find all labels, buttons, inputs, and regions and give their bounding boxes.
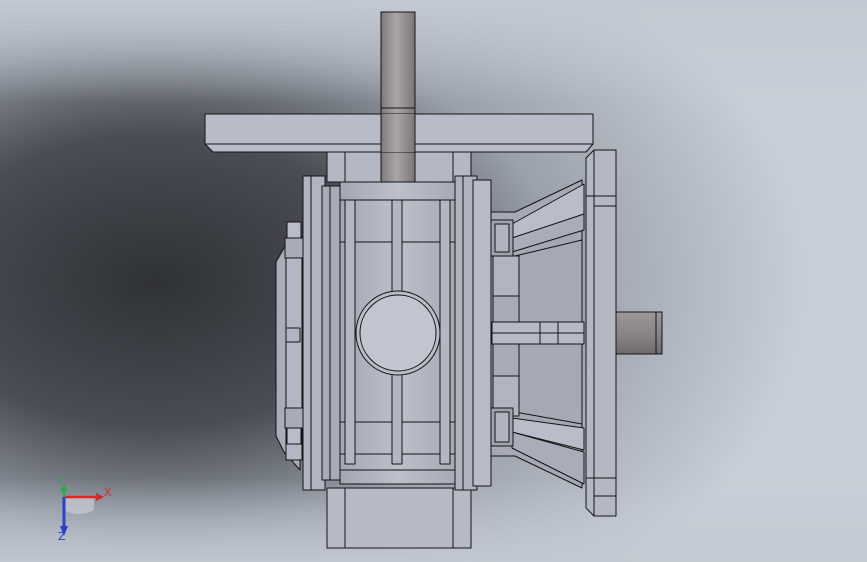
housing-rib-2 — [391, 199, 403, 295]
vertical-output-shaft[interactable] — [380, 11, 416, 189]
triad-z-label: Z — [58, 530, 66, 543]
housing-rib-3 — [439, 199, 451, 465]
gearbox-model-view[interactable] — [0, 0, 867, 562]
triad-background — [64, 497, 94, 515]
housing-rib-1 — [344, 199, 356, 465]
triad-x-label: X — [104, 486, 112, 499]
triad-y-label: Y — [58, 476, 64, 486]
horizontal-input-shaft[interactable] — [615, 311, 663, 355]
bolt-middle-left — [285, 327, 301, 343]
bottom-foot[interactable] — [326, 487, 472, 549]
cad-viewport[interactable]: X Y Z — [0, 0, 867, 562]
motor-mount-flange[interactable] — [585, 149, 617, 517]
bolt-bottom-left — [284, 407, 304, 429]
bolt-top-left — [286, 221, 302, 239]
